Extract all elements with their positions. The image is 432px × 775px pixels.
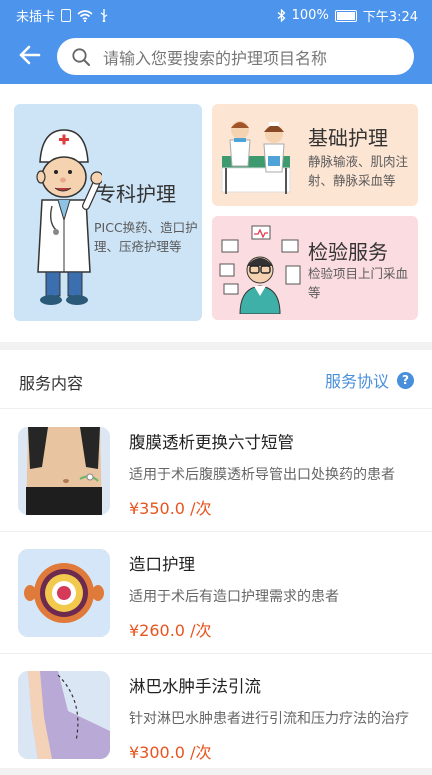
category-section: 专科护理 PICC换药、造口护理、压疮护理等 基础护理 静脉输液、肌肉注射、静脉… <box>0 84 432 342</box>
service-item-stoma-care[interactable]: 造口护理 适用于术后有造口护理需求的患者 ¥260.0 /次 <box>0 531 432 654</box>
service-agreement-link[interactable]: 服务协议 ? <box>325 368 414 392</box>
category-title: 专科护理 <box>96 182 176 206</box>
header-bar: 未插卡 100% 下午3:24 请输入您要搜索的护理项目名称 <box>0 0 432 84</box>
service-name: 造口护理 <box>129 555 195 574</box>
services-title: 服务内容 <box>19 374 84 393</box>
status-bar: 未插卡 100% 下午3:24 <box>0 0 432 28</box>
abdomen-image <box>18 427 110 515</box>
category-title: 基础护理 <box>308 126 388 150</box>
service-desc: 适用于术后腹膜透析导管出口处换药的患者 <box>129 467 395 483</box>
service-desc: 针对淋巴水肿患者进行引流和压力疗法的治疗 <box>129 711 409 727</box>
service-thumbnail <box>18 671 110 759</box>
service-name: 淋巴水肿手法引流 <box>129 677 261 696</box>
service-desc: 适用于术后有造口护理需求的患者 <box>129 589 339 605</box>
nurses-illustration <box>221 121 291 194</box>
wifi-icon <box>77 9 93 22</box>
service-item-peritoneal-dialysis[interactable]: 腹膜透析更换六寸短管 适用于术后腹膜透析导管出口处换药的患者 ¥350.0 /次 <box>0 409 432 532</box>
clock-time: 下午3:24 <box>362 10 418 25</box>
category-card-specialty-nursing[interactable]: 专科护理 PICC换药、造口护理、压疮护理等 <box>14 104 202 321</box>
search-placeholder: 请输入您要搜索的护理项目名称 <box>103 48 328 68</box>
service-agreement-label: 服务协议 <box>324 372 389 391</box>
category-card-lab-services[interactable]: 检验服务 检验项目上门采血等 <box>212 216 418 320</box>
carrier-text: 未插卡 <box>16 10 56 25</box>
back-arrow-icon <box>19 45 41 65</box>
search-input[interactable]: 请输入您要搜索的护理项目名称 <box>57 38 414 75</box>
sim-icon <box>61 9 72 22</box>
help-icon: ? <box>397 371 414 389</box>
arm-image <box>18 671 110 759</box>
category-desc: 静脉输液、肌肉注射、静脉采血等 <box>308 154 409 188</box>
service-price: ¥300.0 /次 <box>129 743 212 762</box>
service-thumbnail <box>18 427 110 515</box>
stoma-bag-image <box>18 549 110 637</box>
services-header: 服务内容 服务协议 ? <box>0 350 432 409</box>
search-icon <box>72 47 90 66</box>
battery-icon <box>334 9 357 22</box>
doctor-illustration <box>36 129 102 305</box>
service-price: ¥260.0 /次 <box>129 621 212 640</box>
category-card-basic-nursing[interactable]: 基础护理 静脉输液、肌肉注射、静脉采血等 <box>212 104 418 206</box>
lab-illustration <box>219 225 301 314</box>
service-item-lymphatic-drainage[interactable]: 淋巴水肿手法引流 针对淋巴水肿患者进行引流和压力疗法的治疗 ¥300.0 /次 <box>0 653 432 775</box>
service-price: ¥350.0 /次 <box>129 499 212 518</box>
battery-percent: 100% <box>291 8 329 23</box>
category-desc: PICC换药、造口护理、压疮护理等 <box>94 220 198 254</box>
category-desc: 检验项目上门采血等 <box>308 266 409 300</box>
back-button[interactable] <box>16 40 44 70</box>
service-thumbnail <box>18 549 110 637</box>
category-title: 检验服务 <box>308 240 388 264</box>
service-name: 腹膜透析更换六寸短管 <box>129 433 294 452</box>
bluetooth-icon <box>277 9 286 22</box>
services-section: 服务内容 服务协议 ? 腹膜透析更换六寸短管 适用于术后腹膜透析导管出口处换药的… <box>0 350 432 768</box>
usb-icon <box>100 9 108 22</box>
